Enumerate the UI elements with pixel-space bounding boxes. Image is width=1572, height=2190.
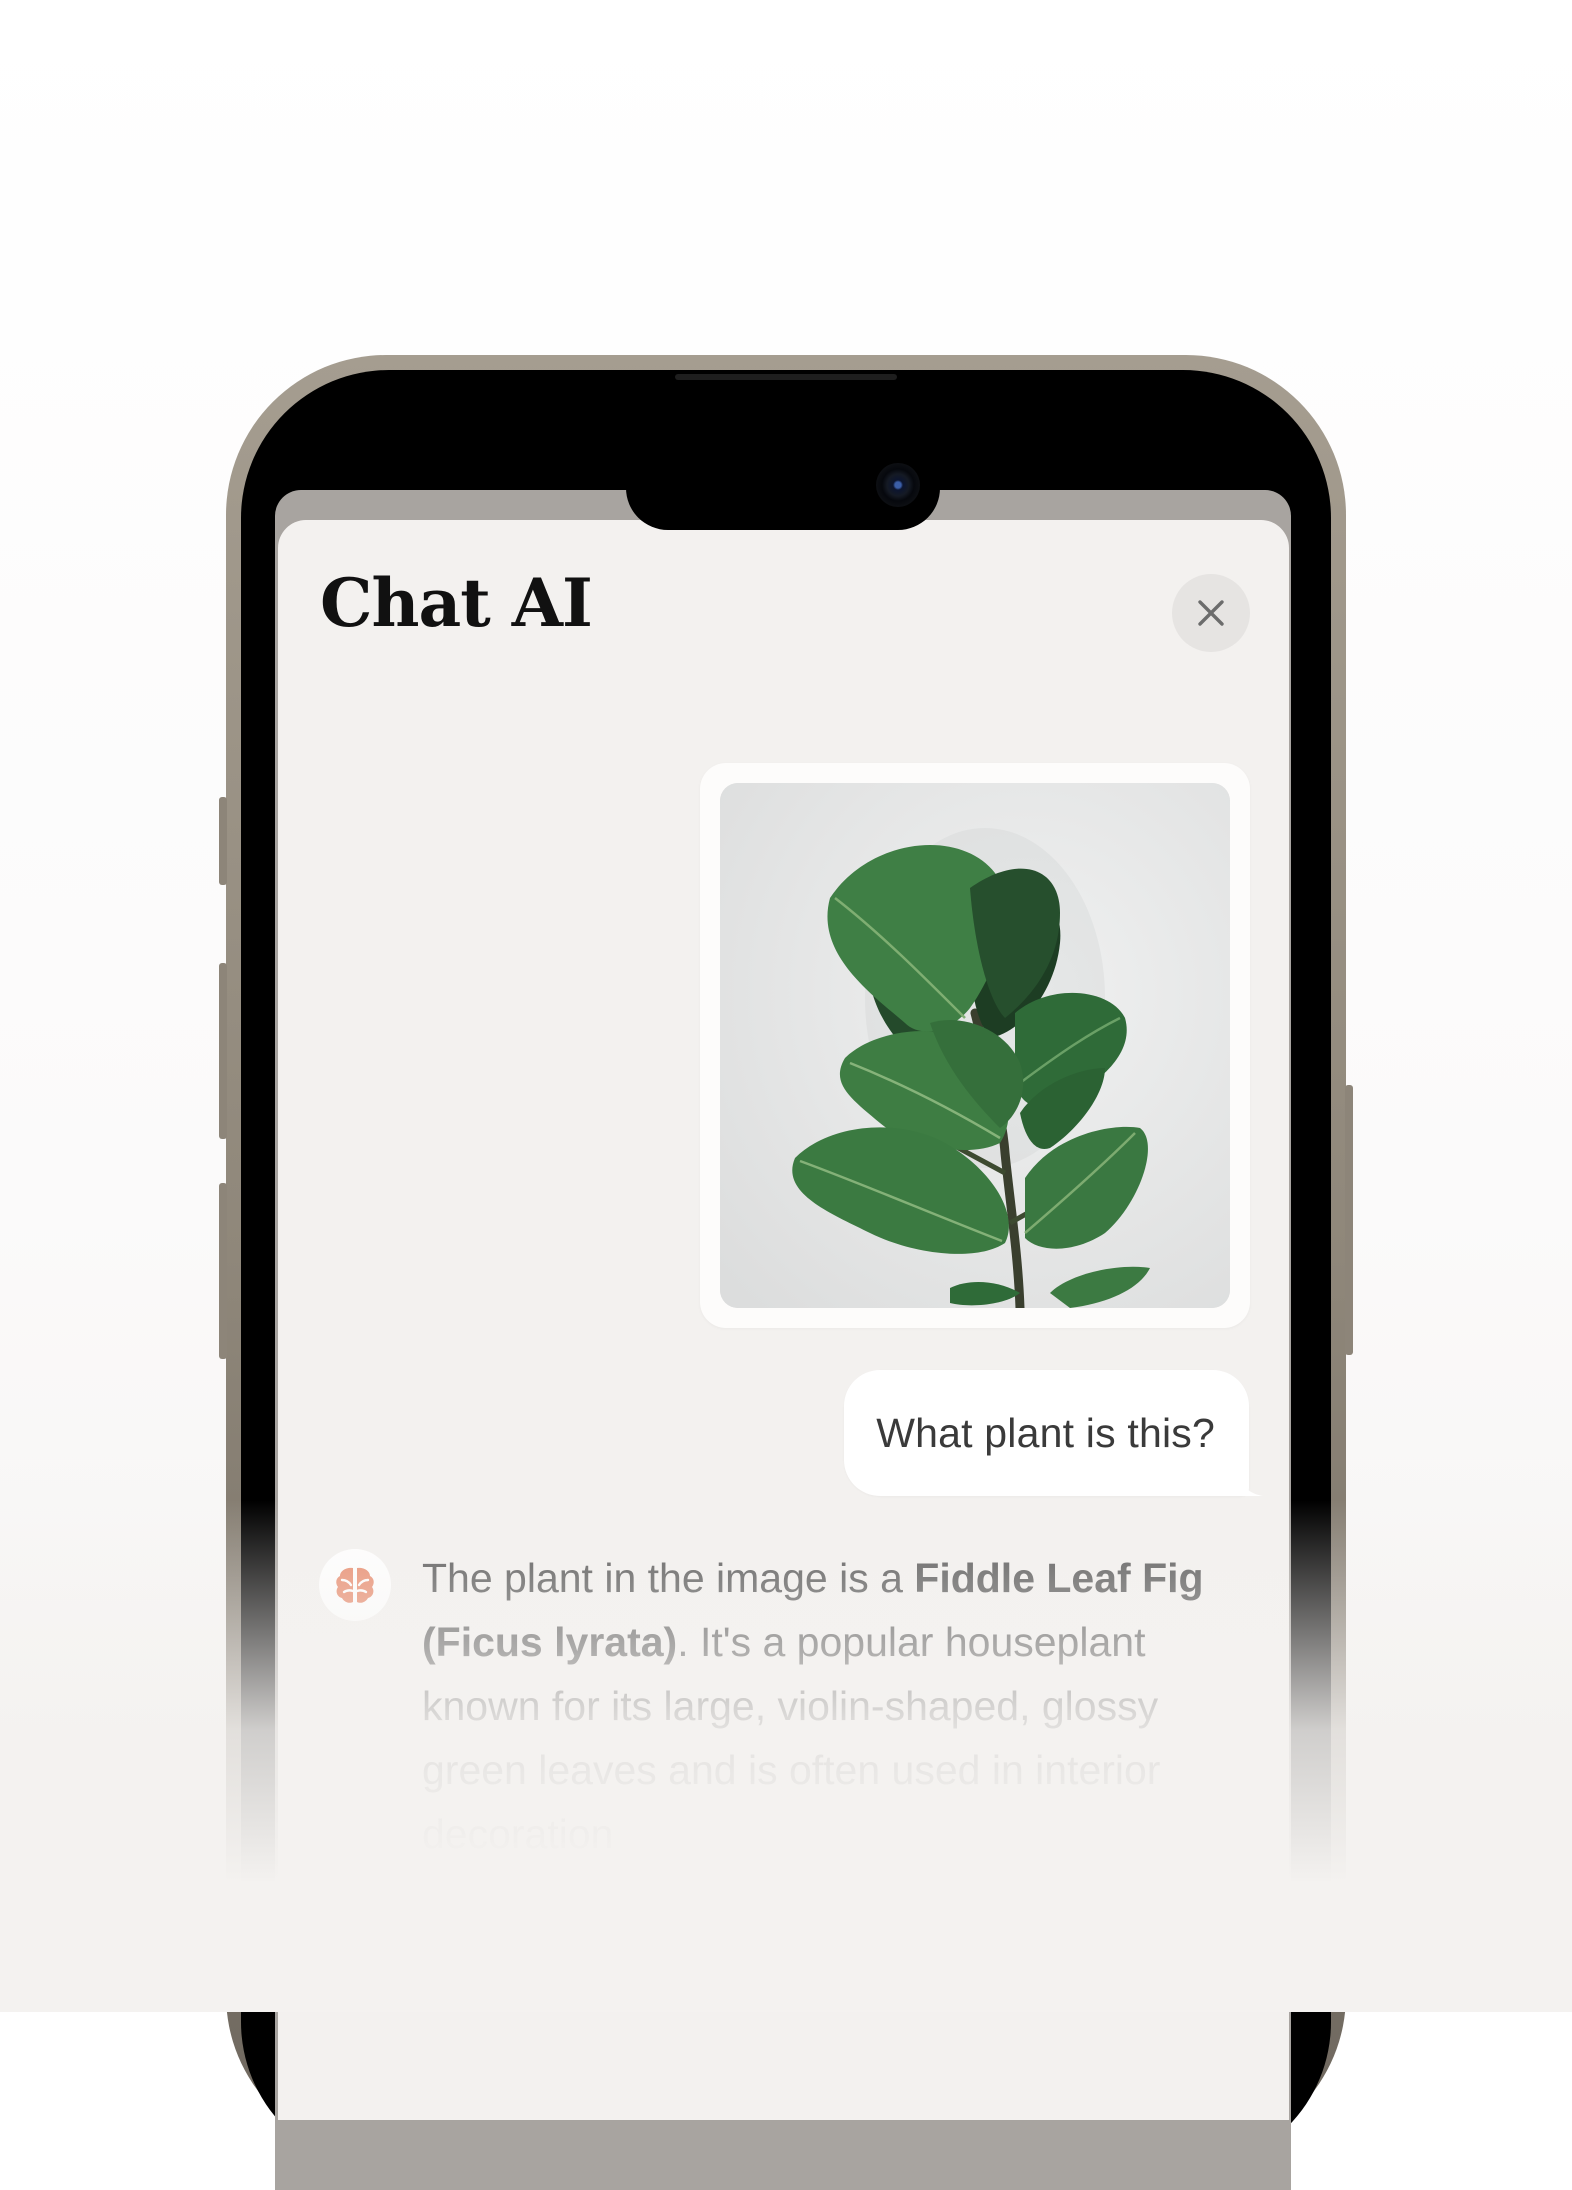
brain-icon (336, 1567, 374, 1603)
volume-down-button (219, 1183, 227, 1359)
user-text-message[interactable]: What plant is this? (844, 1370, 1263, 1496)
fiddle-leaf-fig-illustration (720, 783, 1230, 1308)
user-message-text: What plant is this? (876, 1409, 1215, 1456)
assistant-message-part: The plant in the image is a (422, 1555, 915, 1601)
mute-switch (219, 797, 227, 885)
assistant-message-text: The plant in the image is a Fiddle Leaf … (422, 1546, 1262, 1866)
front-camera (876, 463, 920, 507)
chat-sheet: Chat AI What plant is this? The plant in… (278, 520, 1289, 2120)
bubble-tail (1239, 1476, 1263, 1496)
volume-up-button (219, 963, 227, 1139)
page-title: Chat AI (320, 564, 593, 642)
assistant-avatar (319, 1549, 391, 1621)
earpiece-speaker (675, 374, 897, 380)
close-icon (1198, 600, 1224, 626)
close-button[interactable] (1172, 574, 1250, 652)
user-image-message[interactable] (700, 763, 1250, 1328)
plant-photo[interactable] (720, 783, 1230, 1308)
power-button (1345, 1085, 1353, 1355)
